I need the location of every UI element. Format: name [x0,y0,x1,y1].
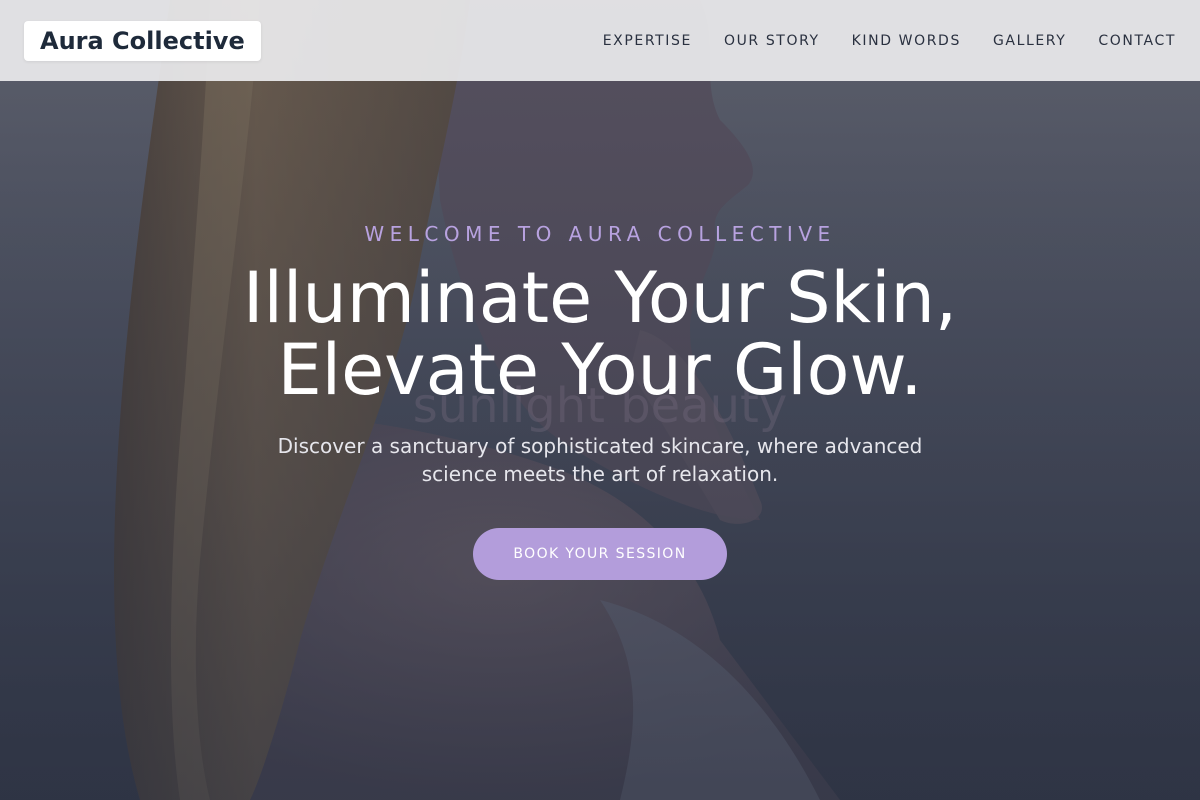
nav-link-kind-words[interactable]: KIND WORDS [852,33,961,49]
hero-section: Aura Collective EXPERTISE OUR STORY KIND… [0,0,1200,800]
book-session-button[interactable]: BOOK YOUR SESSION [473,528,727,580]
main-nav: EXPERTISE OUR STORY KIND WORDS GALLERY C… [571,33,1176,49]
nav-link-gallery[interactable]: GALLERY [993,33,1066,49]
hero-headline-line-1: Illuminate Your Skin, [242,257,958,339]
hero-content: WELCOME TO AURA COLLECTIVE sunlight beau… [0,0,1200,800]
hero-headline: Illuminate Your Skin, Elevate Your Glow. [0,262,1200,406]
hero-headline-line-2: Elevate Your Glow. [277,329,923,411]
brand-logo[interactable]: Aura Collective [24,20,261,61]
nav-link-our-story[interactable]: OUR STORY [724,33,820,49]
site-header: Aura Collective EXPERTISE OUR STORY KIND… [0,0,1200,81]
hero-eyebrow: WELCOME TO AURA COLLECTIVE [364,222,836,246]
nav-link-expertise[interactable]: EXPERTISE [603,33,692,49]
nav-link-contact[interactable]: CONTACT [1098,33,1176,49]
hero-subtext: Discover a sanctuary of sophisticated sk… [277,434,923,486]
